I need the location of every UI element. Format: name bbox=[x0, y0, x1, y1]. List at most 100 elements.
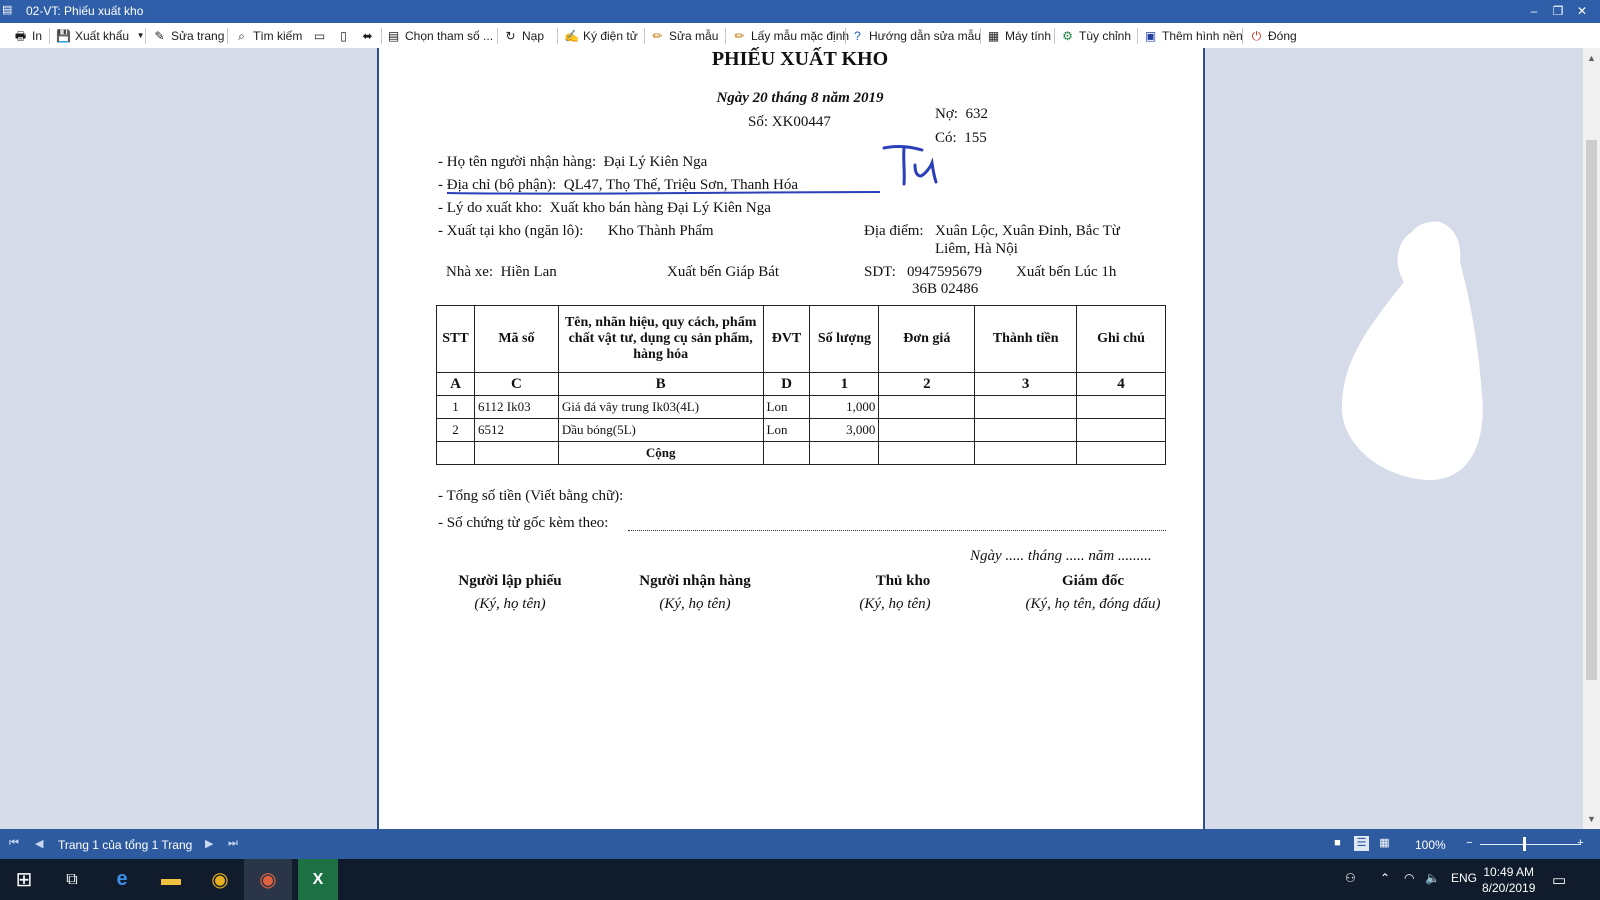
toolbar-separator bbox=[845, 28, 846, 44]
zoom-slider-thumb[interactable] bbox=[1523, 837, 1526, 851]
cell-stt: 2 bbox=[436, 418, 475, 442]
single-page-icon[interactable]: ■ bbox=[1330, 836, 1345, 851]
layout-button-2[interactable]: ▯ bbox=[336, 27, 351, 45]
signer-note: (Ký, họ tên) bbox=[474, 596, 546, 612]
code-cell: D bbox=[762, 372, 811, 396]
chrome-icon[interactable]: ◉ bbox=[196, 859, 244, 900]
select-params-button[interactable]: ▤ Chọn tham số ... bbox=[386, 27, 493, 45]
zoom-out-icon[interactable]: − bbox=[1462, 836, 1477, 851]
first-page-icon[interactable]: ⏮ bbox=[9, 837, 19, 850]
zoom-in-icon[interactable]: + bbox=[1573, 836, 1588, 851]
items-table: STT Mã số Tên, nhãn hiệu, quy cách, phẩm… bbox=[436, 305, 1166, 465]
chevron-up-icon[interactable]: ⌃ bbox=[1380, 871, 1390, 885]
customize-icon: ⚙ bbox=[1062, 29, 1073, 43]
close-icon[interactable]: ✕ bbox=[1570, 2, 1594, 21]
cell-dvt: Lon bbox=[762, 395, 811, 419]
notification-icon[interactable]: ▭ bbox=[1552, 871, 1566, 889]
vertical-scrollbar[interactable]: ▲ ▼ bbox=[1583, 48, 1600, 829]
e-sign-button[interactable]: ✍ Ký điện tử bbox=[564, 27, 638, 45]
toolbar-separator bbox=[1054, 28, 1055, 44]
window-title: 02-VT: Phiếu xuất kho bbox=[26, 4, 144, 18]
calculator-button[interactable]: ▦ Máy tính bbox=[986, 27, 1051, 45]
phone: SDT: 0947595679 bbox=[864, 264, 983, 280]
vehicle-plate: 36B 02486 bbox=[912, 281, 979, 297]
restore-icon[interactable]: ❐ bbox=[1546, 2, 1570, 21]
document-title: PHIẾU XUẤT KHO bbox=[711, 48, 889, 70]
chrome-canary-icon[interactable]: ◉ bbox=[244, 859, 292, 900]
search-button[interactable]: ⌕ Tìm kiếm bbox=[234, 27, 302, 45]
toolbar-separator bbox=[644, 28, 645, 44]
location-label: Địa điểm: bbox=[864, 223, 924, 239]
layout-button-1[interactable]: ▭ bbox=[312, 27, 327, 45]
header-thanh-tien: Thành tiền bbox=[974, 305, 1078, 373]
clock[interactable]: 10:49 AM 8/20/2019 bbox=[1482, 864, 1535, 896]
table-header-row: STT Mã số Tên, nhãn hiệu, quy cách, phẩm… bbox=[436, 305, 1166, 373]
header-so-luong: Số lượng bbox=[809, 305, 880, 373]
language-indicator[interactable]: ENG bbox=[1451, 871, 1477, 885]
close-button[interactable]: ⏻ Đóng bbox=[1249, 27, 1297, 45]
total-cell bbox=[878, 441, 976, 465]
toolbar-separator bbox=[557, 28, 558, 44]
signer-note: (Ký, họ tên) bbox=[859, 596, 931, 612]
edit-template-button[interactable]: ✏ Sửa mẫu bbox=[650, 27, 718, 45]
calculator-icon: ▦ bbox=[987, 29, 1000, 43]
print-button[interactable]: 🖶 In bbox=[13, 27, 42, 45]
scroll-thumb[interactable] bbox=[1586, 140, 1597, 680]
cell-ghi-chu bbox=[1076, 395, 1166, 419]
cell-so-luong: 1,000 bbox=[809, 395, 880, 419]
windows-start-icon[interactable]: ⊞ bbox=[0, 859, 48, 900]
help-icon: ? bbox=[854, 29, 861, 43]
template-icon: ✏ bbox=[734, 29, 745, 43]
code-cell: C bbox=[473, 372, 559, 396]
help-template-button[interactable]: ? Hướng dẫn sửa mẫu bbox=[850, 27, 981, 45]
multi-page-icon[interactable]: ▦ bbox=[1377, 836, 1392, 851]
edit-page-button[interactable]: ✎ Sửa trang bbox=[152, 27, 224, 45]
signer-note: (Ký, họ tên, đóng dấu) bbox=[1025, 596, 1161, 612]
reload-button[interactable]: ↻ Nạp bbox=[503, 27, 544, 45]
bus-company: Nhà xe: Hiền Lan bbox=[446, 264, 557, 280]
location-line-1: Xuân Lộc, Xuân Đỉnh, Bắc Từ bbox=[935, 223, 1120, 239]
zoom-level: 100% bbox=[1415, 838, 1446, 852]
header-ma-so: Mã số bbox=[473, 305, 559, 373]
people-icon[interactable]: ⚇ bbox=[1345, 871, 1356, 885]
task-view-icon[interactable]: ⧉ bbox=[48, 859, 96, 900]
minimize-icon[interactable]: – bbox=[1522, 2, 1546, 21]
file-explorer-icon[interactable]: ▬ bbox=[147, 859, 195, 900]
scroll-down-icon[interactable]: ▼ bbox=[1583, 811, 1600, 827]
edge-icon[interactable]: e bbox=[98, 859, 146, 900]
window-controls: – ❐ ✕ bbox=[1522, 2, 1594, 21]
clock-time: 10:49 AM bbox=[1483, 865, 1535, 879]
add-background-button[interactable]: ▣ Thêm hình nền bbox=[1143, 27, 1243, 45]
default-template-button[interactable]: ✏ Lấy mẫu mặc định bbox=[732, 27, 849, 45]
next-page-icon[interactable]: ▶ bbox=[205, 837, 213, 850]
zoom-slider[interactable] bbox=[1480, 844, 1580, 845]
debit-account: Nợ: 632 bbox=[935, 106, 988, 122]
scroll-up-icon[interactable]: ▲ bbox=[1583, 50, 1600, 66]
credit-account: Có: 155 bbox=[935, 130, 987, 146]
signer-role: Giám đốc bbox=[1061, 573, 1125, 589]
clock-date: 8/20/2019 bbox=[1482, 881, 1536, 895]
attached-documents-line bbox=[628, 530, 1166, 531]
wifi-icon[interactable]: ◠ bbox=[1404, 871, 1414, 885]
windows-taskbar: ⊞ ⧉ e ▬ ◉ ◉ X ⚇ ⌃ ◠ 🔈 ENG 10:49 AM 8/20/… bbox=[0, 859, 1600, 900]
excel-icon[interactable]: X bbox=[298, 859, 338, 900]
document-date: Ngày 20 tháng 8 năm 2019 bbox=[716, 90, 884, 106]
background-image-icon: ▣ bbox=[1144, 29, 1157, 43]
export-reason: - Lý do xuất kho: Xuất kho bán hàng Đại … bbox=[438, 200, 771, 216]
prev-page-icon[interactable]: ◀ bbox=[35, 837, 43, 850]
toolbar-separator bbox=[1137, 28, 1138, 44]
customize-button[interactable]: ⚙ Tùy chỉnh bbox=[1060, 27, 1131, 45]
last-page-icon[interactable]: ⏭ bbox=[228, 837, 238, 850]
continuous-page-icon[interactable]: ☰ bbox=[1354, 836, 1369, 851]
layout-button-3[interactable]: ⬌ bbox=[360, 27, 375, 45]
table-code-row: A C B D 1 2 3 4 bbox=[436, 372, 1166, 396]
toolbar-separator bbox=[49, 28, 50, 44]
parameters-icon: ▤ bbox=[387, 29, 400, 43]
cell-don-gia bbox=[878, 395, 976, 419]
export-button[interactable]: 💾 Xuất khẩu ▼ bbox=[56, 27, 148, 45]
document-icon: ▤ bbox=[2, 4, 13, 16]
cell-stt: 1 bbox=[436, 395, 475, 419]
page-width-icon: ⬌ bbox=[362, 29, 373, 43]
volume-icon[interactable]: 🔈 bbox=[1425, 871, 1440, 885]
total-cell bbox=[473, 441, 559, 465]
